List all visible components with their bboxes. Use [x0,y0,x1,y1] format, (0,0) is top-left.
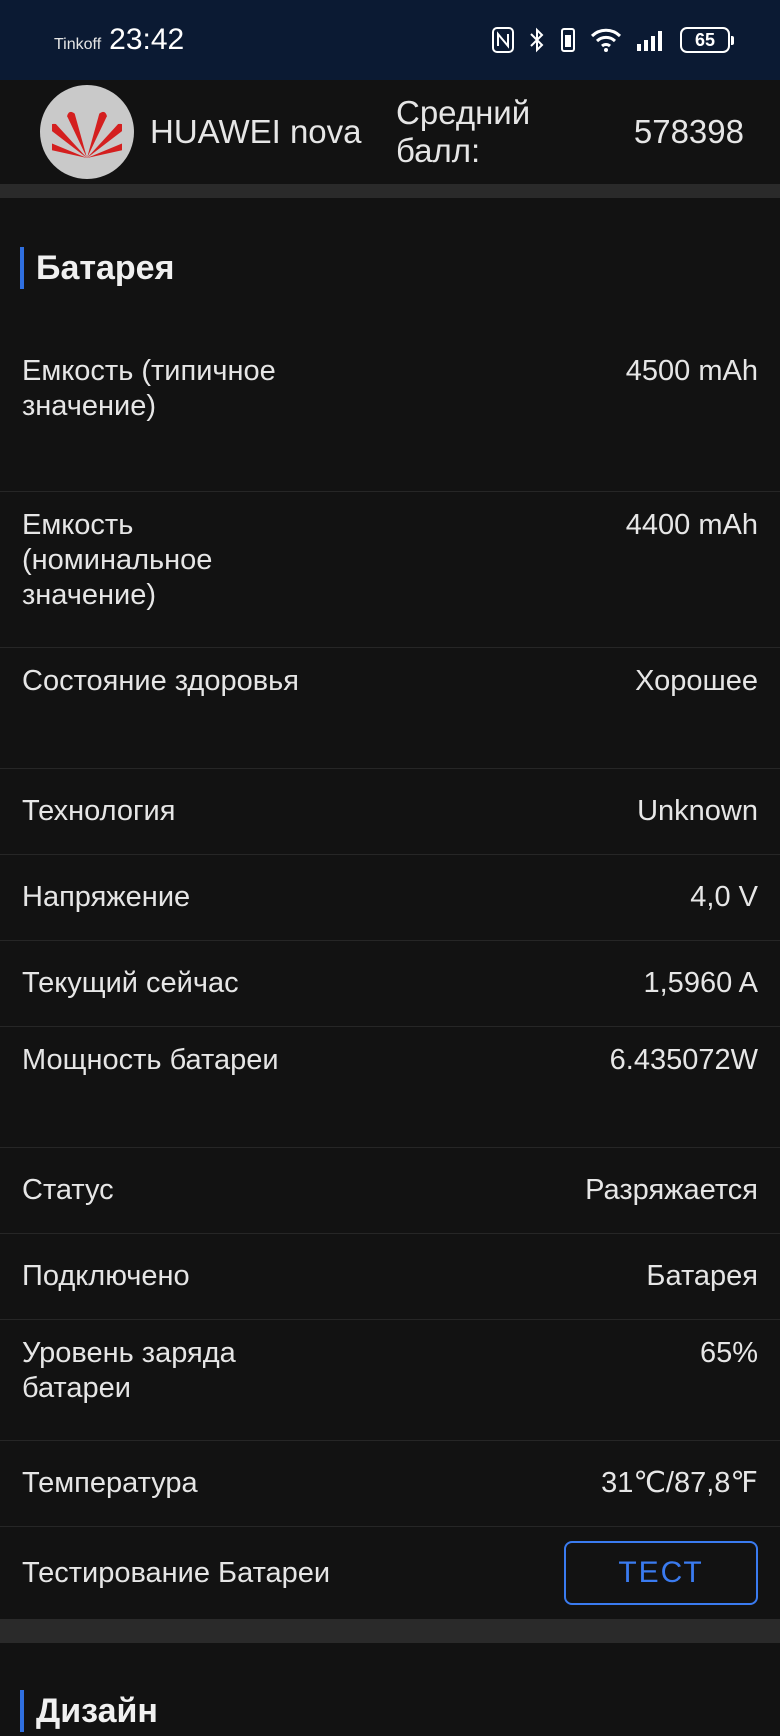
clock: 23:42 [109,23,185,56]
row-value: 4400 mAh [625,509,758,541]
design-section: Дизайн [0,1643,780,1736]
bluetooth-icon [528,27,546,53]
row-label: Температура [22,1467,198,1499]
row-label: Напряжение [22,881,191,913]
row-value: Разряжается [585,1174,758,1206]
section-accent-bar [20,1690,24,1732]
list-item: Напряжение 4,0 V [0,855,780,941]
row-value: Батарея [646,1260,758,1292]
section-accent-bar [20,247,24,289]
device-header: HUAWEI nova Средний балл: 578398 [0,80,780,198]
average-score-label: Средний балл: [396,94,531,169]
row-value: 1,5960 A [643,967,759,999]
row-label: Уровень заряда батареи [22,1337,236,1404]
row-label: Статус [22,1174,114,1206]
row-label: Мощность батареи [22,1044,279,1076]
list-item: Температура 31℃/87,8℉ [0,1441,780,1527]
battery-indicator: 65 [680,27,734,53]
row-label: Технология [22,795,176,827]
row-label: Состояние здоровья [22,665,299,697]
row-value: 6.435072W [609,1044,758,1076]
list-item: Подключено Батарея [0,1234,780,1320]
nfc-icon [492,27,514,53]
device-name: HUAWEI nova [150,113,362,150]
row-value: Хорошее [635,665,758,697]
list-item: Статус Разряжается [0,1148,780,1234]
signal-icon [636,28,666,52]
row-label: Емкость (типичное значение) [22,355,276,422]
list-item: Состояние здоровья Хорошее [0,648,780,769]
list-item: Емкость (номинальное значение) 4400 mAh [0,492,780,648]
row-label: Подключено [22,1260,190,1292]
section-header: Дизайн [0,1643,780,1736]
row-label: Емкость (номинальное значение) [22,509,213,611]
battery-test-row: Тестирование Батареи ТЕСТ [0,1527,780,1619]
section-title: Батарея [36,248,175,287]
section-divider [0,1619,780,1643]
battery-test-label: Тестирование Батареи [22,1556,331,1589]
list-item: Уровень заряда батареи 65% [0,1320,780,1441]
status-bar: Tinkoff 23:42 65 [0,0,780,80]
section-title: Дизайн [36,1691,158,1730]
vibrate-icon [560,27,576,53]
average-score-value: 578398 [633,113,744,150]
row-value: 4500 mAh [625,355,758,387]
list-item: Текущий сейчас 1,5960 A [0,941,780,1027]
battery-level: 65 [694,29,716,50]
row-label: Текущий сейчас [22,967,239,999]
row-value: 4,0 V [690,881,758,913]
test-button[interactable]: ТЕСТ [564,1541,758,1605]
battery-section: Батарея Емкость (типичное значение) 4500… [0,198,780,1619]
huawei-logo-icon [40,85,134,179]
section-header: Батарея [0,198,780,338]
row-value: 31℃/87,8℉ [601,1467,758,1499]
row-value: Unknown [637,795,758,827]
list-item: Мощность батареи 6.435072W [0,1027,780,1148]
wifi-icon [590,28,622,52]
row-value: 65% [699,1337,758,1369]
carrier-name: Tinkoff [54,36,102,53]
list-item: Технология Unknown [0,769,780,855]
list-item: Емкость (типичное значение) 4500 mAh [0,338,780,492]
